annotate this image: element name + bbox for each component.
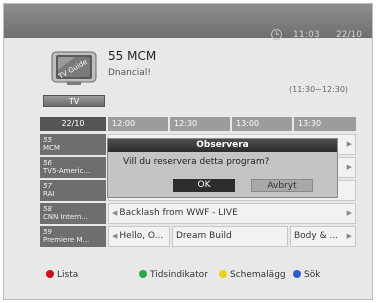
legend-green[interactable]: Tidsindikator [139,270,208,280]
program-title: Hello, O... [119,231,164,241]
program-cell[interactable]: Dream Build [172,226,288,247]
legend-yellow[interactable]: Schemalägg [219,270,286,280]
channel-name: CNN Intern... [43,213,89,221]
current-program-title: Dnancial! [108,68,151,78]
tv-guide-screen: 11:03 22/10 TV Guide TV 55 MCM Dnancial!… [0,0,376,303]
channel-name: Premiere M... [43,236,90,244]
program-cell[interactable]: Body & ... ▶ [290,226,356,247]
current-program-time: (11:30~12:30) [289,85,349,94]
channel-number: 58 [43,205,52,213]
reserve-dialog: Observera Vill du reservera detta progra… [107,138,338,198]
current-channel-name: 55 MCM [108,49,157,63]
program-cell[interactable]: ◀ Hello, O... [108,226,170,247]
grid-date: 22/10 [40,117,106,131]
channel-row: 58 CNN Intern... ◀ Backlash from WWF - LI… [40,203,356,224]
legend-blue[interactable]: Sök [293,270,320,280]
channel-cell[interactable]: 58 CNN Intern... [40,203,106,224]
program-title: Dream Build [176,231,232,241]
ok-button[interactable]: OK [173,179,235,192]
legend-label: Schemalägg [230,270,286,280]
program-title: Body & ... [294,231,339,241]
right-arrow-icon: ▶ [346,140,352,148]
channel-cell[interactable]: 56 TV5-Americ... [40,157,106,178]
status-date: 22/10 [336,30,362,40]
channel-name: MCM [43,144,60,152]
program-cell[interactable]: ◀ Backlash from WWF - LIVE ▶ [108,203,356,224]
dialog-message: Vill du reservera detta program? [123,157,270,167]
right-arrow-icon: ▶ [346,209,352,217]
timeslot-3: 13:00 [232,117,292,131]
green-button-icon [139,270,147,278]
cancel-button[interactable]: Avbryt [251,179,313,192]
program-title: Backlash from WWF - LIVE [119,208,238,218]
channel-row: 59 Premiere M... ◀ Hello, O... Dream Buil… [40,226,356,247]
channel-cell[interactable]: 57 RAI [40,180,106,201]
status-time: 11:03 [293,30,320,40]
legend-label: Tidsindikator [150,270,208,280]
red-button-icon [46,270,54,278]
right-arrow-icon: ▶ [346,163,352,171]
timeslot-2: 12:30 [170,117,230,131]
channel-number: 57 [43,182,52,190]
legend-red[interactable]: Lista [46,270,78,280]
blue-button-icon [293,270,301,278]
channel-name: TV5-Americ... [43,167,91,175]
left-arrow-icon: ◀ [112,232,118,240]
tv-guide-logo-icon: TV Guide [51,51,97,85]
channel-number: 59 [43,228,52,236]
channel-cell[interactable]: 59 Premiere M... [40,226,106,247]
right-arrow-icon: ▶ [346,232,352,240]
legend-label: Sök [304,270,321,280]
yellow-button-icon [219,270,227,278]
left-arrow-icon: ◀ [112,209,118,217]
dialog-title: Observera [108,139,337,152]
channel-name: RAI [43,190,55,198]
clock-icon [271,29,282,40]
timeslot-1: 12:00 [108,117,168,131]
legend-label: Lista [57,270,79,280]
tv-badge: TV [43,95,105,107]
channel-number: 55 [43,136,52,144]
channel-cell[interactable]: 55 MCM [40,134,106,155]
channel-number: 56 [43,159,52,167]
timeslot-4: 13:30 [294,117,356,131]
